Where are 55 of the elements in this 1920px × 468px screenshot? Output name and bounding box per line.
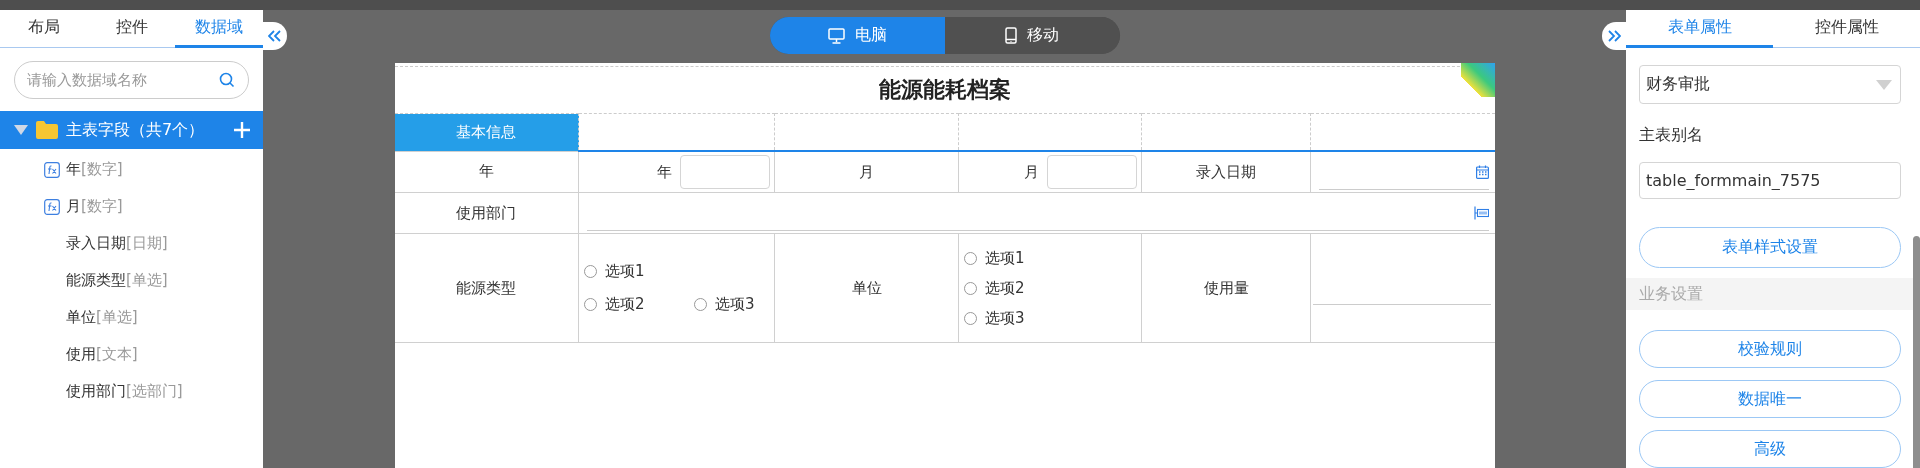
tree-label: 主表字段（共7个） <box>66 119 206 141</box>
data-field-item[interactable]: 单位[单选] <box>66 308 138 327</box>
add-icon[interactable] <box>233 121 251 139</box>
setting-button[interactable]: 高级 <box>1639 430 1901 468</box>
radio-option[interactable]: 选项2 <box>964 278 1141 298</box>
setting-button[interactable]: 数据唯一 <box>1639 380 1901 418</box>
formula-icon <box>44 198 60 215</box>
panel-tab[interactable]: 布局 <box>0 10 88 48</box>
field-label: 单位 <box>851 278 882 297</box>
field-label: 年 <box>478 162 494 181</box>
radio-option[interactable]: 选项3 <box>694 295 774 314</box>
data-field-item[interactable]: 月[数字] <box>66 197 123 216</box>
tree-header[interactable]: 主表字段（共7个） <box>0 111 263 149</box>
scrollbar[interactable] <box>1913 236 1920 468</box>
radio-option[interactable]: 选项3 <box>964 308 1141 328</box>
number-field[interactable] <box>680 155 770 189</box>
data-field-item[interactable]: 能源类型[单选] <box>66 271 168 290</box>
view-mode-tab[interactable]: 电脑 <box>769 17 945 54</box>
radio-option[interactable]: 选项2 <box>584 295 694 314</box>
field-label: 能源类型 <box>456 278 517 297</box>
setting-button[interactable]: 校验规则 <box>1639 330 1901 368</box>
field-label: 主表别名 <box>1639 125 1704 146</box>
field-label: 使用部门 <box>456 203 517 222</box>
panel-tab[interactable]: 控件属性 <box>1773 10 1920 48</box>
folder-icon <box>36 121 58 139</box>
calendar-icon[interactable] <box>1475 164 1489 179</box>
radio-option[interactable]: 选项1 <box>584 262 774 281</box>
desktop-icon <box>827 27 845 44</box>
field-label: 月 <box>859 162 874 181</box>
double-chevron-right-icon[interactable] <box>1607 30 1621 42</box>
collapse-button[interactable] <box>263 22 287 50</box>
data-field-item[interactable]: 年[数字] <box>66 160 123 179</box>
expand-button[interactable] <box>1602 22 1626 50</box>
panel-tab[interactable]: 表单属性 <box>1626 10 1773 48</box>
field-label: 月 <box>1024 162 1039 182</box>
number-field[interactable] <box>1047 155 1137 189</box>
panel-tab[interactable]: 控件 <box>87 10 176 48</box>
department-picker-icon[interactable] <box>1473 205 1489 220</box>
radio-option[interactable]: 选项1 <box>964 248 1141 268</box>
caret-icon[interactable] <box>14 124 28 136</box>
category-dropdown[interactable]: 财务审批 <box>1639 65 1901 104</box>
formula-icon <box>44 161 60 178</box>
form-style-button[interactable]: 表单样式设置 <box>1639 227 1901 268</box>
field-label: 年 <box>657 162 672 182</box>
search-icon[interactable] <box>219 72 235 88</box>
double-chevron-left-icon[interactable] <box>268 30 282 42</box>
search-field[interactable]: 请输入数据域名称 <box>14 61 249 99</box>
alias-input[interactable]: table_formmain_7575 <box>1639 162 1901 199</box>
mobile-icon <box>1005 27 1017 44</box>
field-label: 使用量 <box>1203 278 1249 297</box>
section-label: 基本信息 <box>394 113 579 151</box>
data-field-item[interactable]: 录入日期[日期] <box>66 234 168 253</box>
data-field-item[interactable]: 使用[文本] <box>66 345 138 364</box>
field-label: 录入日期 <box>1196 162 1256 181</box>
data-field-item[interactable]: 使用部门[选部门] <box>66 382 183 401</box>
